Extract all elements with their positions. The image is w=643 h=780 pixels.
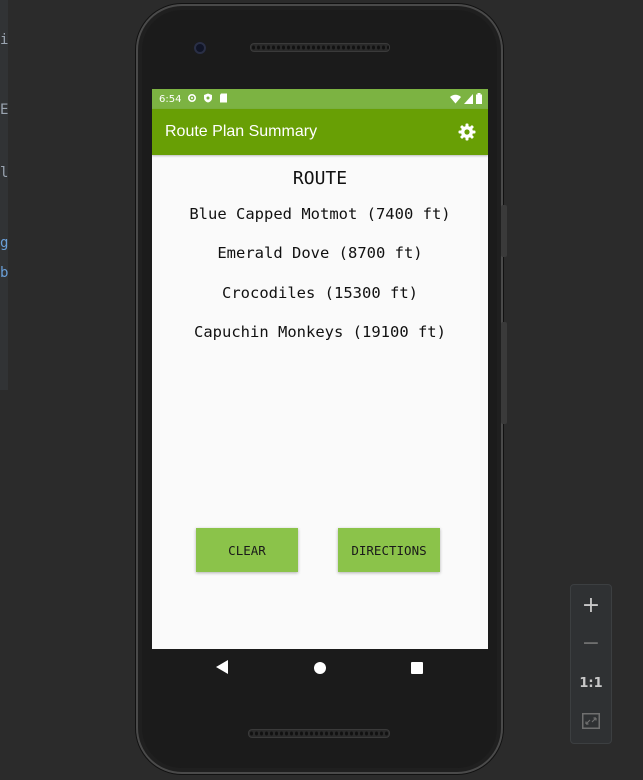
emulator-zoom-controls: + − 1:1 xyxy=(570,584,612,744)
battery-icon xyxy=(476,93,482,107)
ide-edge-glyph: g xyxy=(0,235,9,251)
route-item: Emerald Dove (8700 ft) xyxy=(217,244,423,262)
gear-icon[interactable] xyxy=(458,123,476,141)
home-icon[interactable] xyxy=(314,662,326,674)
wifi-icon xyxy=(450,94,461,107)
front-camera xyxy=(194,42,206,54)
route-item: Capuchin Monkeys (19100 ft) xyxy=(194,323,446,341)
settings-status-icon xyxy=(187,93,197,106)
ide-edge-glyph: l xyxy=(0,165,9,181)
route-heading: ROUTE xyxy=(292,168,348,189)
status-bar: 6:54 xyxy=(152,89,488,109)
recents-icon[interactable] xyxy=(411,662,423,674)
zoom-out-button[interactable]: − xyxy=(571,625,611,661)
fit-screen-icon[interactable] xyxy=(571,703,611,739)
page-title: Route Plan Summary xyxy=(165,123,318,140)
bottom-speaker-grille xyxy=(248,729,390,738)
top-speaker-grille xyxy=(250,43,390,52)
volume-rocker[interactable] xyxy=(501,322,507,424)
power-button[interactable] xyxy=(501,205,507,257)
actual-size-button[interactable]: 1:1 xyxy=(571,665,611,701)
shield-status-icon xyxy=(203,93,213,106)
clear-button[interactable]: CLEAR xyxy=(196,528,298,572)
status-time: 6:54 xyxy=(159,93,182,105)
zoom-in-button[interactable]: + xyxy=(571,587,611,623)
directions-button[interactable]: DIRECTIONS xyxy=(338,528,440,572)
route-item: Crocodiles (15300 ft) xyxy=(222,284,418,302)
ide-editor-strip xyxy=(0,0,8,390)
ide-edge-glyph: E xyxy=(0,102,9,118)
device-screen: 6:54 Route Plan Summary ROUTE Blue Cappe… xyxy=(152,89,488,649)
back-icon[interactable] xyxy=(216,660,228,674)
ide-edge-glyph: b xyxy=(0,265,9,281)
ide-edge-glyph: i xyxy=(0,32,9,48)
cell-signal-icon xyxy=(464,93,473,107)
route-item: Blue Capped Motmot (7400 ft) xyxy=(189,205,451,223)
app-bar: Route Plan Summary xyxy=(152,109,488,155)
sd-card-status-icon xyxy=(219,93,228,106)
